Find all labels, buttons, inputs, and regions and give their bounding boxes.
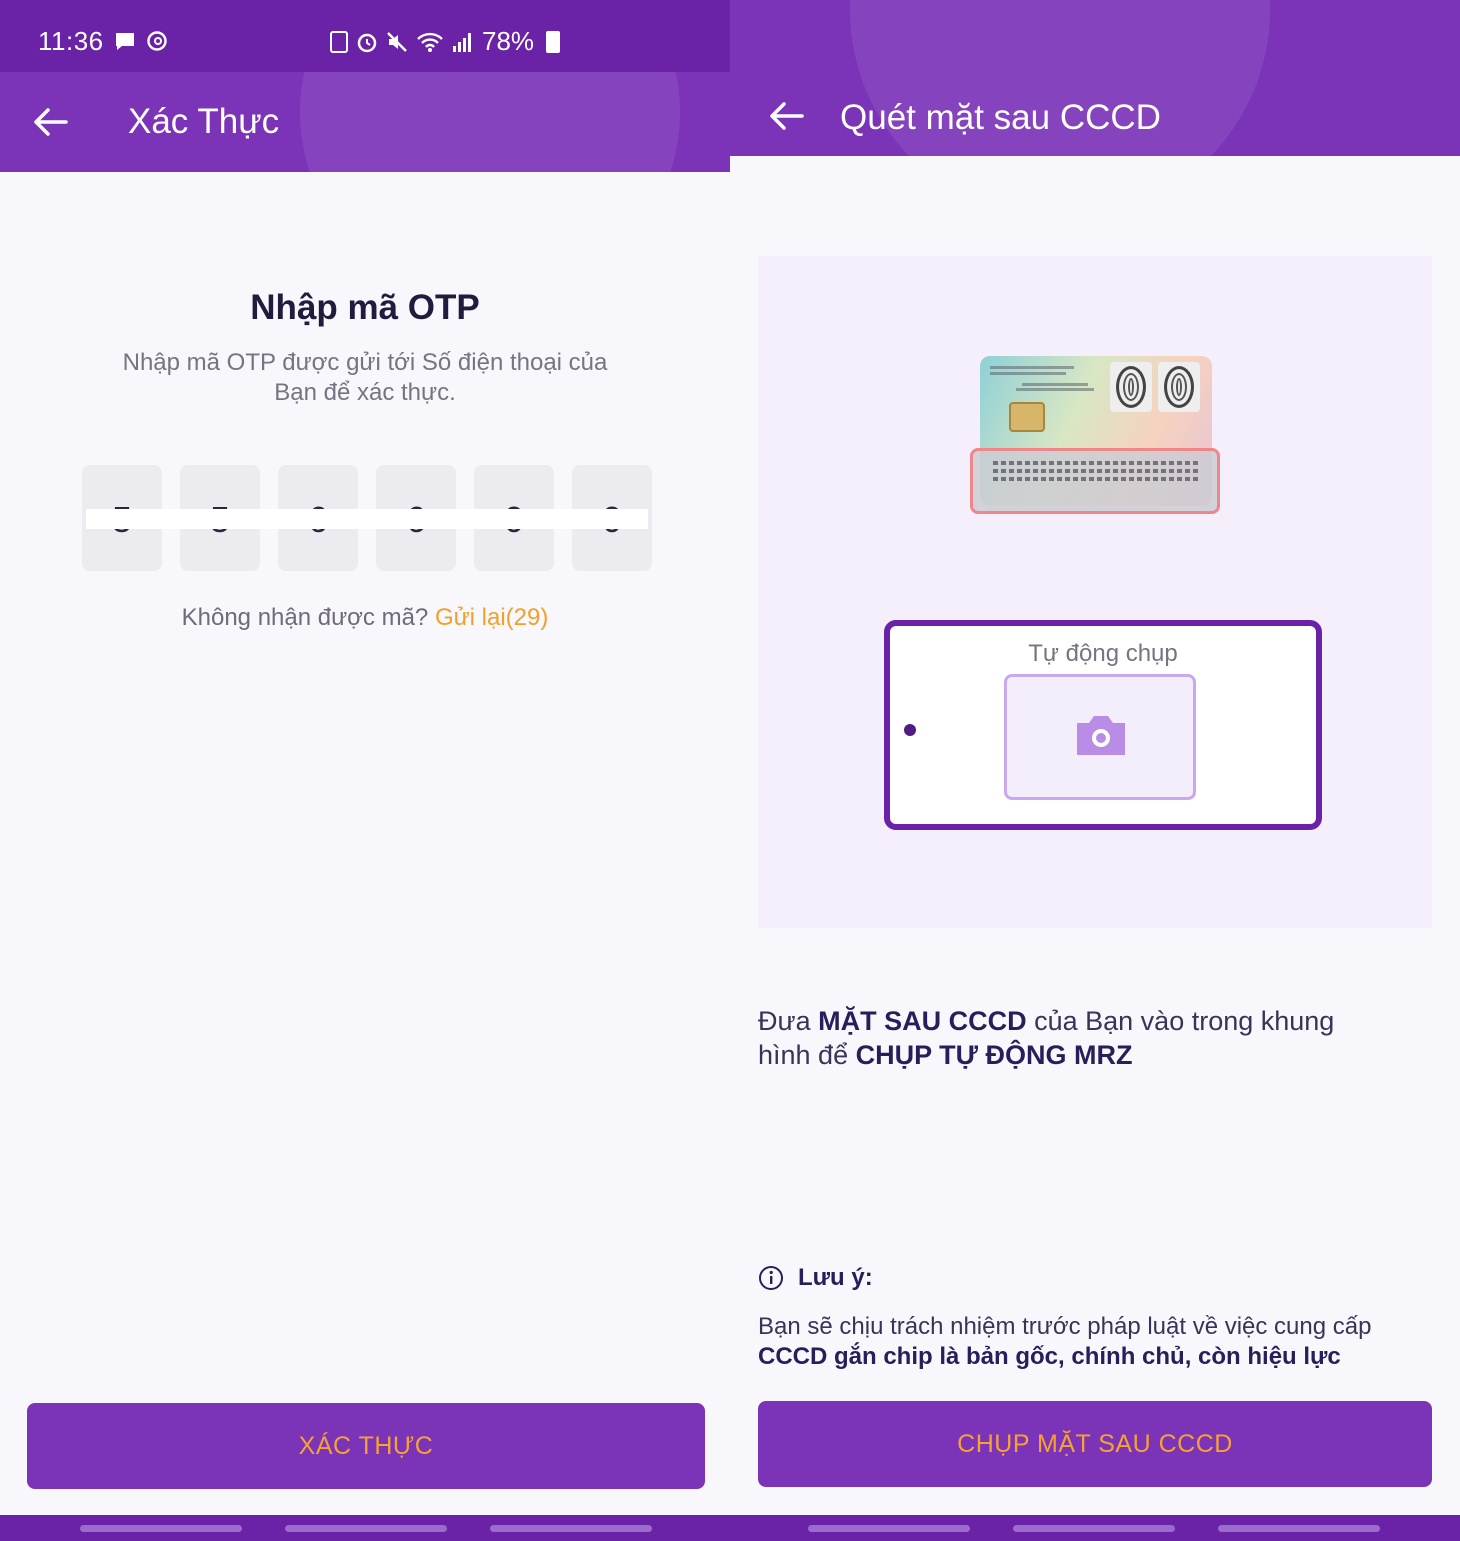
fingerprint-pattern bbox=[1116, 366, 1146, 408]
verify-button[interactable]: XÁC THỰC bbox=[27, 1403, 705, 1489]
capture-back-button[interactable]: CHỤP MẶT SAU CCCD bbox=[758, 1401, 1432, 1487]
card-text-line bbox=[1016, 388, 1094, 391]
note-title: Lưu ý: bbox=[798, 1264, 873, 1291]
mrz-zone-highlight bbox=[970, 448, 1220, 514]
scan-id-screen: Quét mặt sau CCCD Tự động chụp Đưa MẶT S… bbox=[730, 0, 1460, 1541]
battery-percent: 78% bbox=[482, 26, 535, 56]
instruction-bold: CHỤP TỰ ĐỘNG MRZ bbox=[855, 1040, 1133, 1070]
status-icons: 78% bbox=[330, 26, 561, 57]
redaction-bar bbox=[86, 509, 648, 529]
battery-icon bbox=[546, 30, 561, 53]
alarm-icon bbox=[357, 33, 377, 52]
fingerprint-icon bbox=[1158, 362, 1200, 412]
instruction-text: Đưa bbox=[758, 1006, 819, 1036]
instruction-bold: MẶT SAU CCCD bbox=[818, 1006, 1027, 1036]
fingerprint-icon bbox=[1110, 362, 1152, 412]
app-root: 11:36 78% Xác Thực Nhập mã OTP Nhập mã O… bbox=[0, 0, 1460, 1541]
mrz-line bbox=[993, 461, 1201, 465]
resend-prompt: Không nhận được mã? bbox=[181, 604, 429, 631]
card-text-line bbox=[1022, 383, 1088, 386]
note-text: Bạn sẽ chịu trách nhiệm trước pháp luật … bbox=[758, 1313, 1372, 1340]
phone-camera-dot bbox=[904, 724, 916, 736]
scan-instruction: Đưa MẶT SAU CCCD của Bạn vào trong khung… bbox=[758, 1004, 1358, 1072]
signal-icon bbox=[453, 32, 471, 52]
card-text-line bbox=[990, 372, 1066, 375]
mrz-line bbox=[993, 477, 1201, 481]
back-arrow-icon[interactable] bbox=[30, 102, 70, 142]
app-bar: Xác Thực bbox=[0, 72, 730, 172]
navigation-bar bbox=[0, 1515, 1460, 1541]
message-icon bbox=[116, 33, 134, 50]
nav-pill bbox=[808, 1525, 970, 1532]
note-heading: Lưu ý: bbox=[758, 1264, 873, 1292]
wifi-icon bbox=[417, 32, 443, 52]
nav-pill bbox=[80, 1525, 242, 1532]
nav-pill bbox=[1013, 1525, 1175, 1532]
auto-capture-label: Tự động chụp bbox=[1028, 640, 1178, 667]
resend-row: Không nhận được mã? Gửi lại(29) bbox=[0, 604, 730, 632]
status-bar: 11:36 78% bbox=[0, 0, 730, 72]
threads-icon bbox=[147, 31, 167, 51]
phone-illustration: Tự động chụp bbox=[884, 620, 1322, 830]
resend-link[interactable]: Gửi lại(29) bbox=[435, 604, 548, 631]
camera-icon bbox=[1077, 716, 1125, 755]
info-icon bbox=[759, 1266, 783, 1290]
nav-pill bbox=[490, 1525, 652, 1532]
app-bar: Quét mặt sau CCCD bbox=[730, 0, 1460, 156]
status-time: 11:36 bbox=[38, 26, 104, 56]
mute-icon bbox=[387, 31, 407, 52]
otp-screen: 11:36 78% Xác Thực Nhập mã OTP Nhập mã O… bbox=[0, 0, 730, 1541]
page-title: Xác Thực bbox=[128, 102, 280, 141]
otp-description: Nhập mã OTP được gửi tới Số điện thoại c… bbox=[122, 349, 608, 406]
nav-pill bbox=[1218, 1525, 1380, 1532]
card-text-line bbox=[990, 366, 1074, 369]
note-body: Bạn sẽ chịu trách nhiệm trước pháp luật … bbox=[758, 1312, 1418, 1372]
app-notification-icon bbox=[330, 30, 348, 53]
page-title: Quét mặt sau CCCD bbox=[840, 98, 1161, 137]
fingerprint-pattern bbox=[1164, 366, 1194, 408]
mrz-line bbox=[993, 469, 1201, 473]
nav-pill bbox=[285, 1525, 447, 1532]
otp-heading: Nhập mã OTP bbox=[250, 288, 480, 327]
camera-frame bbox=[1004, 674, 1196, 800]
chip-icon bbox=[1009, 402, 1045, 432]
back-arrow-icon[interactable] bbox=[766, 96, 806, 136]
header-decoration bbox=[300, 72, 680, 172]
note-bold: CCCD gắn chip là bản gốc, chính chủ, còn… bbox=[758, 1343, 1341, 1370]
